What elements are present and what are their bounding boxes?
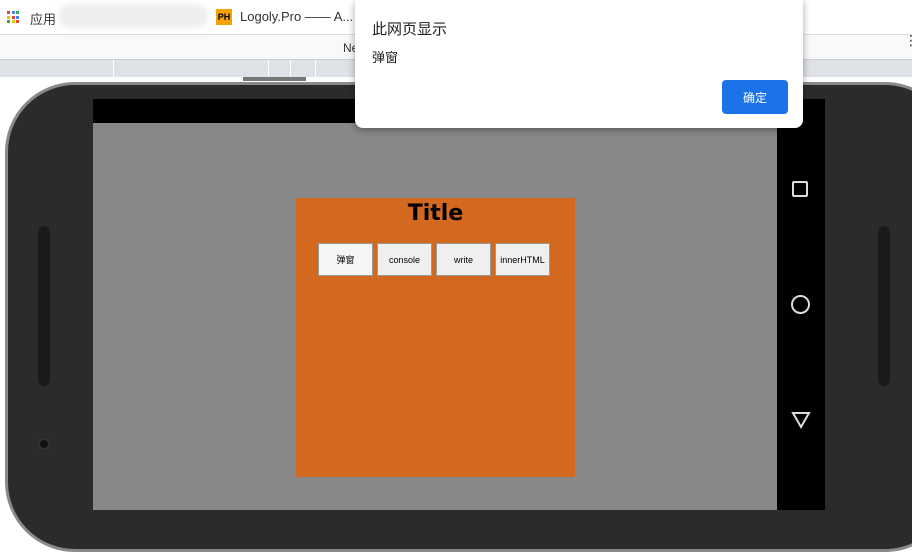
more-menu-icon[interactable]: ⋮ [904, 33, 912, 47]
bookmark-logoly[interactable]: Logoly.Pro —— A... [240, 9, 353, 24]
alert-button[interactable]: 弹窗 [318, 243, 373, 276]
console-button[interactable]: console [377, 243, 432, 276]
logoly-favicon-icon: PH [216, 9, 232, 25]
dialog-message: 弹窗 [372, 50, 399, 65]
recents-icon[interactable] [792, 181, 808, 197]
resize-handle[interactable] [243, 77, 306, 81]
apps-grid-icon[interactable] [7, 11, 19, 23]
blurred-bookmark [58, 4, 208, 28]
back-icon[interactable] [791, 411, 811, 429]
bookmark-apps[interactable]: 应用 [30, 9, 56, 28]
page-title: Title [407, 201, 464, 226]
ok-button[interactable]: 确定 [722, 80, 788, 114]
home-icon[interactable] [791, 295, 810, 314]
phone-speaker-right [878, 226, 890, 386]
android-nav-bar [777, 99, 825, 510]
alert-dialog: 此网页显示 弹窗 确定 [355, 0, 803, 128]
innerhtml-button[interactable]: innerHTML [495, 243, 550, 276]
dialog-heading: 此网页显示 [372, 21, 448, 38]
page-container: Title 弹窗 console write innerHTML [296, 198, 575, 477]
write-button[interactable]: write [436, 243, 491, 276]
phone-camera [38, 438, 50, 450]
phone-speaker-left [38, 226, 50, 386]
